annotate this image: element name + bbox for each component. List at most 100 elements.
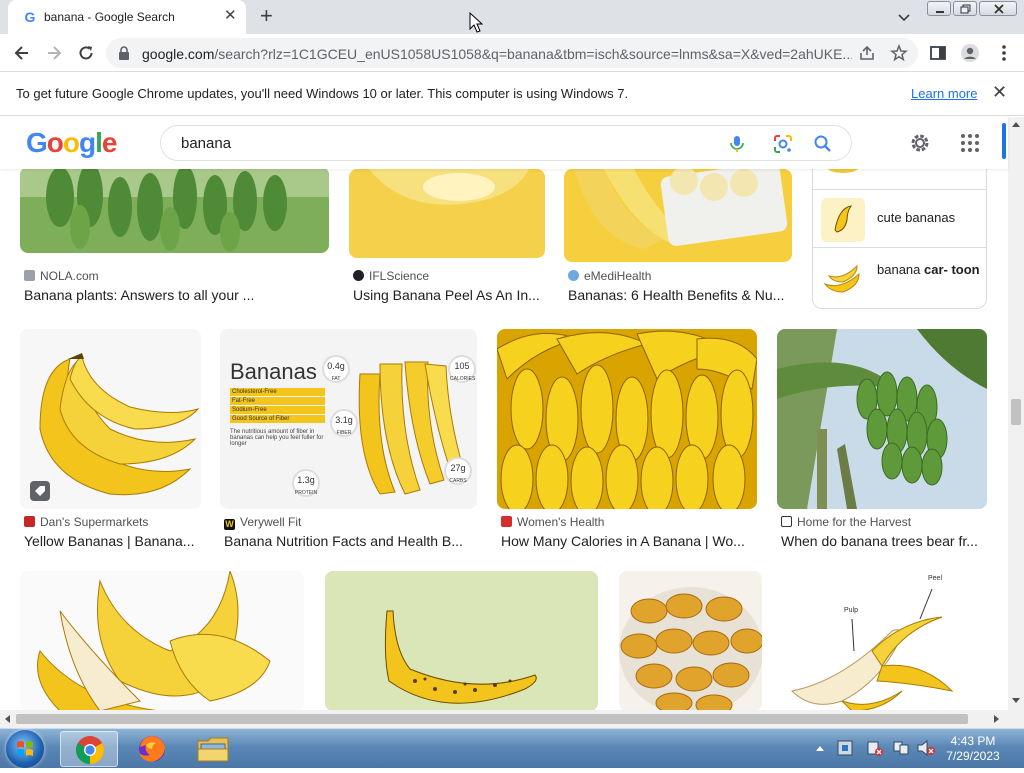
network-icon[interactable]	[892, 739, 910, 757]
related-searches-panel: cute bananas banana car- toon	[812, 169, 987, 309]
profile-avatar-icon[interactable]	[960, 43, 980, 63]
calories-badge: 105 CALORIES	[448, 355, 476, 383]
google-logo[interactable]: Google	[26, 127, 117, 159]
source-label: Home for the Harvest	[797, 515, 912, 529]
vertical-scrollbar[interactable]	[1008, 117, 1024, 710]
result-source[interactable]: Dan's Supermarkets	[24, 515, 148, 529]
kebab-menu-icon[interactable]	[994, 43, 1014, 63]
volume-muted-icon[interactable]	[916, 739, 936, 757]
google-favicon-icon: G	[24, 9, 36, 25]
related-search-label: banana car- toon	[877, 262, 980, 278]
settings-gear-icon[interactable]	[908, 131, 932, 155]
result-image-banana-plant[interactable]	[20, 169, 329, 253]
search-input[interactable]: banana	[181, 135, 231, 152]
horizontal-scrollbar[interactable]	[0, 710, 1008, 728]
show-hidden-icons-chevron-icon[interactable]	[816, 745, 824, 751]
taskbar-firefox[interactable]	[124, 731, 182, 767]
result-caption[interactable]: Banana plants: Answers to all your ...	[24, 287, 324, 303]
taskbar-clock[interactable]: 4:43 PM 7/29/2023	[940, 734, 1006, 764]
url-text[interactable]: google.com/search?rlz=1C1GCEU_enUS1058US…	[142, 46, 852, 62]
bookmark-star-icon[interactable]	[890, 44, 908, 62]
related-search-banana-cartoon[interactable]: banana car- toon	[813, 247, 986, 307]
search-box[interactable]: banana	[160, 125, 852, 161]
scroll-up-arrow-icon[interactable]	[1012, 121, 1020, 127]
lock-icon[interactable]	[118, 46, 130, 60]
scrollbar-corner	[1008, 710, 1024, 728]
reload-icon[interactable]	[76, 43, 96, 63]
result-image-single-banana[interactable]	[325, 571, 598, 710]
result-caption[interactable]: When do banana trees bear fr...	[781, 533, 985, 549]
result-caption[interactable]: Using Banana Peel As An In...	[353, 287, 543, 303]
back-arrow-icon[interactable]	[12, 43, 32, 63]
voice-search-mic-icon[interactable]	[727, 134, 747, 154]
badge-value: 27g	[450, 463, 466, 473]
result-caption[interactable]: Yellow Bananas | Banana...	[24, 533, 200, 549]
product-tag-icon[interactable]	[30, 481, 50, 501]
result-caption[interactable]: Bananas: 6 Health Benefits & Nu...	[568, 287, 790, 303]
result-source[interactable]: IFLScience	[353, 269, 429, 283]
tab-search-chevron-icon[interactable]	[896, 9, 912, 25]
result-image-banana-pile[interactable]	[497, 329, 757, 509]
carbs-badge: 27g CARBS	[444, 457, 472, 485]
result-caption[interactable]: How Many Calories in A Banana | Wo...	[501, 533, 753, 549]
account-button-edge[interactable]	[1002, 123, 1006, 159]
badge-value: 105	[454, 361, 470, 371]
result-source[interactable]: NOLA.com	[24, 269, 99, 283]
window-close-button[interactable]	[979, 1, 1017, 16]
logo-letter: G	[26, 127, 48, 158]
badge-label: CALORIES	[450, 376, 476, 382]
start-button[interactable]	[6, 730, 44, 768]
url-host: google.com	[142, 46, 215, 62]
related-search-cute-bananas[interactable]: cute bananas	[813, 189, 986, 247]
scroll-right-arrow-icon[interactable]	[994, 715, 1000, 723]
forward-arrow-icon[interactable]	[44, 43, 64, 63]
horizontal-scroll-thumb[interactable]	[16, 714, 968, 724]
search-icon[interactable]	[813, 134, 833, 154]
result-image-banana-slices[interactable]	[564, 169, 792, 262]
result-source[interactable]: Women's Health	[501, 515, 604, 529]
vertical-scroll-thumb[interactable]	[1011, 399, 1021, 425]
badge-label: CARBS	[449, 478, 467, 484]
result-caption[interactable]: Banana Nutrition Facts and Health B...	[224, 533, 474, 549]
share-icon[interactable]	[858, 45, 876, 61]
source-label: NOLA.com	[40, 269, 99, 283]
side-panel-icon[interactable]	[928, 43, 948, 63]
badge-value: 3.1g	[335, 415, 353, 425]
infobar-message: To get future Google Chrome updates, you…	[16, 86, 629, 101]
learn-more-link[interactable]: Learn more	[911, 86, 977, 101]
result-source[interactable]: eMediHealth	[568, 269, 651, 283]
result-image-banana-peel[interactable]	[349, 169, 545, 258]
nutrition-bullet: Cholesterol-Free	[230, 388, 325, 396]
tab-close-icon[interactable]: ✕	[224, 8, 237, 24]
badge-value: 0.4g	[327, 361, 345, 371]
mouse-cursor-icon	[469, 12, 483, 33]
result-image-banana-tree[interactable]	[777, 329, 987, 509]
action-center-flag-icon[interactable]	[836, 739, 854, 757]
window-restore-button[interactable]	[953, 1, 977, 16]
scroll-down-arrow-icon[interactable]	[1012, 698, 1020, 704]
site-favicon-icon: W	[224, 519, 235, 530]
result-image-nutrition-card[interactable]: Bananas Cholesterol-Free Fat-Free Sodium…	[220, 329, 477, 509]
nutrition-bullets: Cholesterol-Free Fat-Free Sodium-Free Go…	[230, 387, 325, 424]
google-lens-icon[interactable]	[773, 134, 793, 154]
result-image-peeled-banana[interactable]	[20, 571, 304, 710]
badge-value: 1.3g	[297, 475, 315, 485]
result-image-banana-chips[interactable]	[619, 571, 762, 710]
taskbar-file-explorer[interactable]	[186, 731, 244, 767]
result-image-banana-diagram[interactable]: Peel Pulp	[782, 571, 987, 710]
scroll-left-arrow-icon[interactable]	[4, 715, 10, 723]
new-tab-button[interactable]: +	[260, 4, 273, 28]
google-apps-grid-icon[interactable]	[960, 133, 980, 153]
network-warning-icon[interactable]	[866, 739, 884, 757]
address-bar[interactable]: google.com/search?rlz=1C1GCEU_enUS1058US…	[106, 38, 918, 68]
fat-badge: 0.4g FAT	[322, 355, 350, 383]
taskbar-chrome[interactable]	[60, 731, 118, 767]
related-thumb-image	[821, 256, 865, 300]
window-minimize-button[interactable]	[927, 1, 951, 16]
related-thumb-partial	[827, 169, 859, 173]
site-favicon-icon	[353, 270, 364, 281]
result-source[interactable]: W Verywell Fit	[224, 515, 301, 530]
result-source[interactable]: Home for the Harvest	[781, 515, 911, 529]
infobar-close-icon[interactable]: ✕	[992, 83, 1007, 101]
tab-banana-search[interactable]: G banana - Google Search ✕	[8, 0, 246, 34]
